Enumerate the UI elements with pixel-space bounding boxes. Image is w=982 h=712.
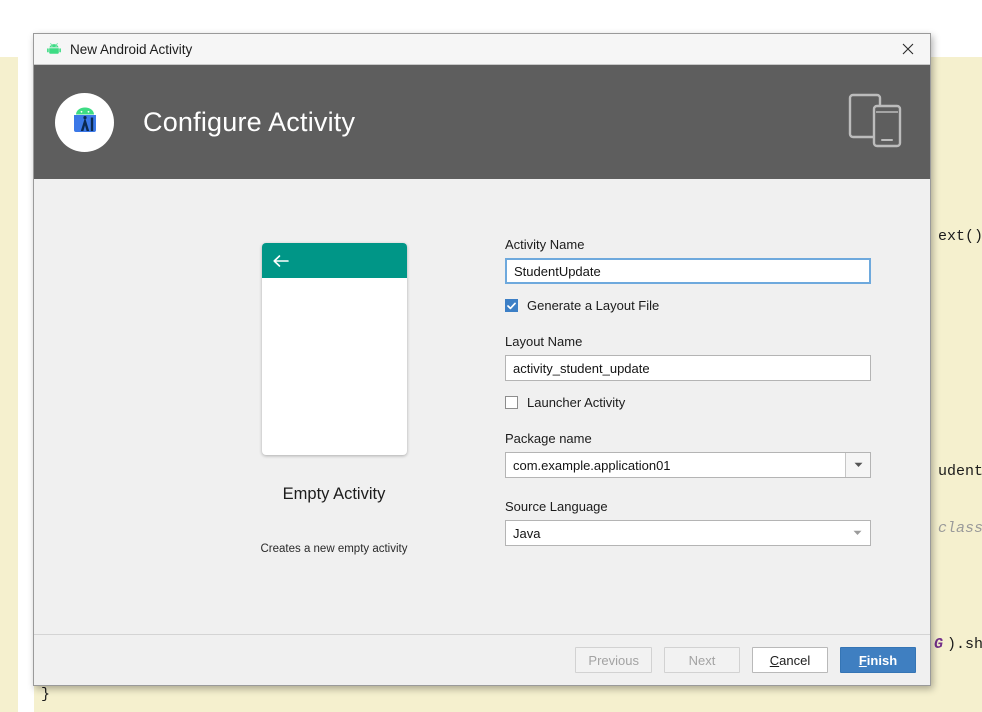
launcher-activity-checkbox-row[interactable]: Launcher Activity [505,395,871,410]
finish-mnemonic: F [858,652,867,668]
chevron-down-icon[interactable] [844,521,870,545]
generate-layout-checkbox[interactable] [505,299,518,312]
activity-preview: Empty Activity Creates a new empty activ… [189,180,479,555]
dialog-title: New Android Activity [70,41,193,57]
code-fragment: udent [938,463,982,480]
layout-name-input[interactable] [505,355,871,381]
generate-layout-checkbox-row[interactable]: Generate a Layout File [505,298,871,313]
dialog-footer: Previous Next Cancel Finish [34,634,930,685]
android-robot-icon [46,41,62,57]
new-android-activity-dialog: New Android Activity Configure Activity [33,33,931,686]
launcher-activity-label: Launcher Activity [527,395,626,410]
source-language-value: Java [513,525,541,541]
preview-description: Creates a new empty activity [260,543,408,555]
package-name-value: com.example.application01 [513,457,671,473]
cancel-button[interactable]: Cancel [752,647,828,673]
code-fragment: } [41,686,51,703]
previous-button[interactable]: Previous [575,647,652,673]
dialog-header: Configure Activity [34,65,930,179]
activity-config-form: Activity Name Generate a Layout File Lay… [505,237,871,546]
activity-name-label: Activity Name [505,237,585,252]
finish-label-rest: inish [866,652,898,668]
package-name-label: Package name [505,431,592,446]
code-fragment: class [938,520,982,537]
ide-gutter-strip [18,0,34,712]
source-language-label: Source Language [505,499,608,514]
header-title: Configure Activity [143,106,356,137]
android-studio-logo [55,92,114,152]
cancel-label-rest: ancel [779,652,811,668]
package-name-combobox[interactable]: com.example.application01 [505,452,871,478]
layout-name-label: Layout Name [505,334,583,349]
finish-button[interactable]: Finish [840,647,916,673]
dialog-body: Empty Activity Creates a new empty activ… [34,180,930,635]
close-button[interactable] [886,34,930,64]
code-fragment: G [934,636,944,653]
close-icon [902,43,914,55]
dialog-titlebar: New Android Activity [34,34,930,65]
preview-appbar [261,243,407,278]
preview-template-name: Empty Activity [282,485,386,503]
chevron-down-icon[interactable] [845,453,870,477]
cancel-mnemonic: C [769,652,780,668]
next-button[interactable]: Next [664,647,740,673]
source-language-combobox[interactable]: Java [505,520,871,546]
activity-name-input[interactable] [505,258,871,284]
back-arrow-icon [262,254,289,268]
code-fragment: ).sh [947,636,982,653]
code-fragment: ext() [938,228,982,245]
generate-layout-label: Generate a Layout File [527,298,660,313]
tablet-and-phone-icon [848,92,906,153]
preview-card [261,243,407,455]
launcher-activity-checkbox[interactable] [505,396,518,409]
